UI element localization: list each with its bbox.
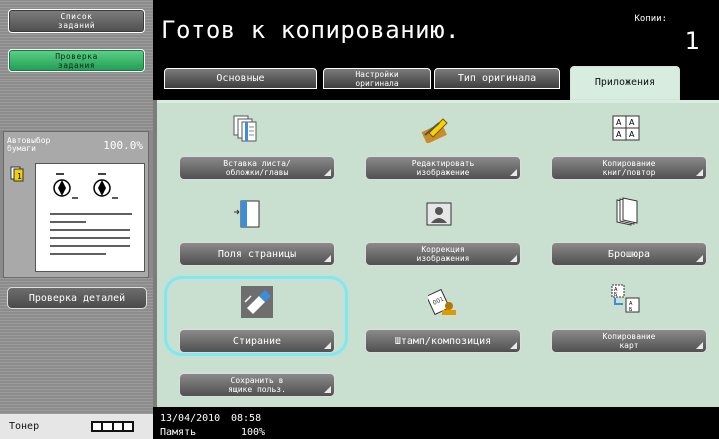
tab-applications[interactable]: Приложения [570, 66, 680, 100]
page-margin-button[interactable]: Поля страницы [179, 242, 335, 266]
book-copy-icon: A AA A [612, 115, 640, 141]
check-details-button[interactable]: Проверка деталей [7, 287, 147, 309]
status-time: 08:58 [231, 413, 262, 424]
svg-text:A: A [629, 118, 635, 127]
status-date: 13/04/2010 [160, 413, 221, 424]
left-column: Список заданий Проверка задания Автовыбо… [0, 0, 153, 439]
page-margin-icon [234, 200, 260, 228]
card-copy-button[interactable]: Копирование карт [551, 329, 707, 353]
save-to-user-box-button[interactable]: Сохранить в ящике польз. [179, 373, 335, 397]
insert-sheet-icon [233, 115, 257, 142]
book-copy-button[interactable]: Копирование книг/повтор [551, 156, 707, 180]
copies-value: 1 [684, 27, 700, 55]
tab-original-type[interactable]: Тип оригинала [434, 68, 560, 89]
image-adjust-icon [426, 202, 452, 226]
booklet-button[interactable]: Брошюра [551, 242, 707, 266]
edit-image-icon [421, 118, 448, 143]
svg-text:Б: Б [614, 292, 618, 298]
status-bar: 13/04/2010 08:58 Память 100% [153, 407, 719, 439]
stamp-icon: 001 [428, 288, 456, 316]
edit-image-button[interactable]: Редактировать изображение [365, 156, 521, 180]
svg-text:A: A [629, 130, 635, 139]
toner-label: Тонер [9, 421, 40, 432]
svg-text:A: A [616, 118, 622, 127]
svg-text:Б: Б [629, 307, 633, 313]
svg-text:1: 1 [17, 172, 22, 181]
toner-gauge [91, 421, 134, 432]
copies-label: Копии: [634, 14, 667, 24]
paper-select-label: Автовыбор бумаги [7, 136, 51, 153]
svg-text:A: A [616, 130, 622, 139]
paper-preview-panel: Автовыбор бумаги 100.0% 1 [3, 131, 149, 278]
card-copy-icon: A Б A Б [611, 284, 640, 313]
tab-original-settings[interactable]: Настройки оригинала [323, 68, 431, 89]
memory-label: Память [160, 427, 197, 438]
page-title: Готов к копированию. [161, 16, 460, 44]
message-header: Готов к копированию. Копии: 1 [153, 0, 719, 60]
toner-status: Тонер [0, 414, 153, 439]
tab-bar: Основные Настройки оригинала Тип оригина… [153, 60, 719, 100]
paper-tray-icon: 1 [10, 166, 24, 182]
stamp-composition-button[interactable]: Штамп/композиция [365, 329, 521, 353]
image-adjust-button[interactable]: Коррекция изображения [365, 242, 521, 266]
insert-sheet-button[interactable]: Вставка листа/ обложки/главы [179, 156, 335, 180]
check-job-button[interactable]: Проверка задания [8, 49, 145, 72]
left-mid-background [0, 80, 153, 130]
job-list-button[interactable]: Список заданий [8, 9, 145, 33]
memory-value: 100% [241, 427, 266, 438]
erase-icon [241, 286, 273, 318]
copy-preview [35, 163, 145, 272]
document-preview-icon [50, 173, 132, 255]
tab-basic[interactable]: Основные [164, 68, 317, 89]
booklet-icon [616, 197, 638, 226]
erase-button[interactable]: Стирание [179, 329, 335, 353]
zoom-value: 100.0% [103, 139, 143, 152]
